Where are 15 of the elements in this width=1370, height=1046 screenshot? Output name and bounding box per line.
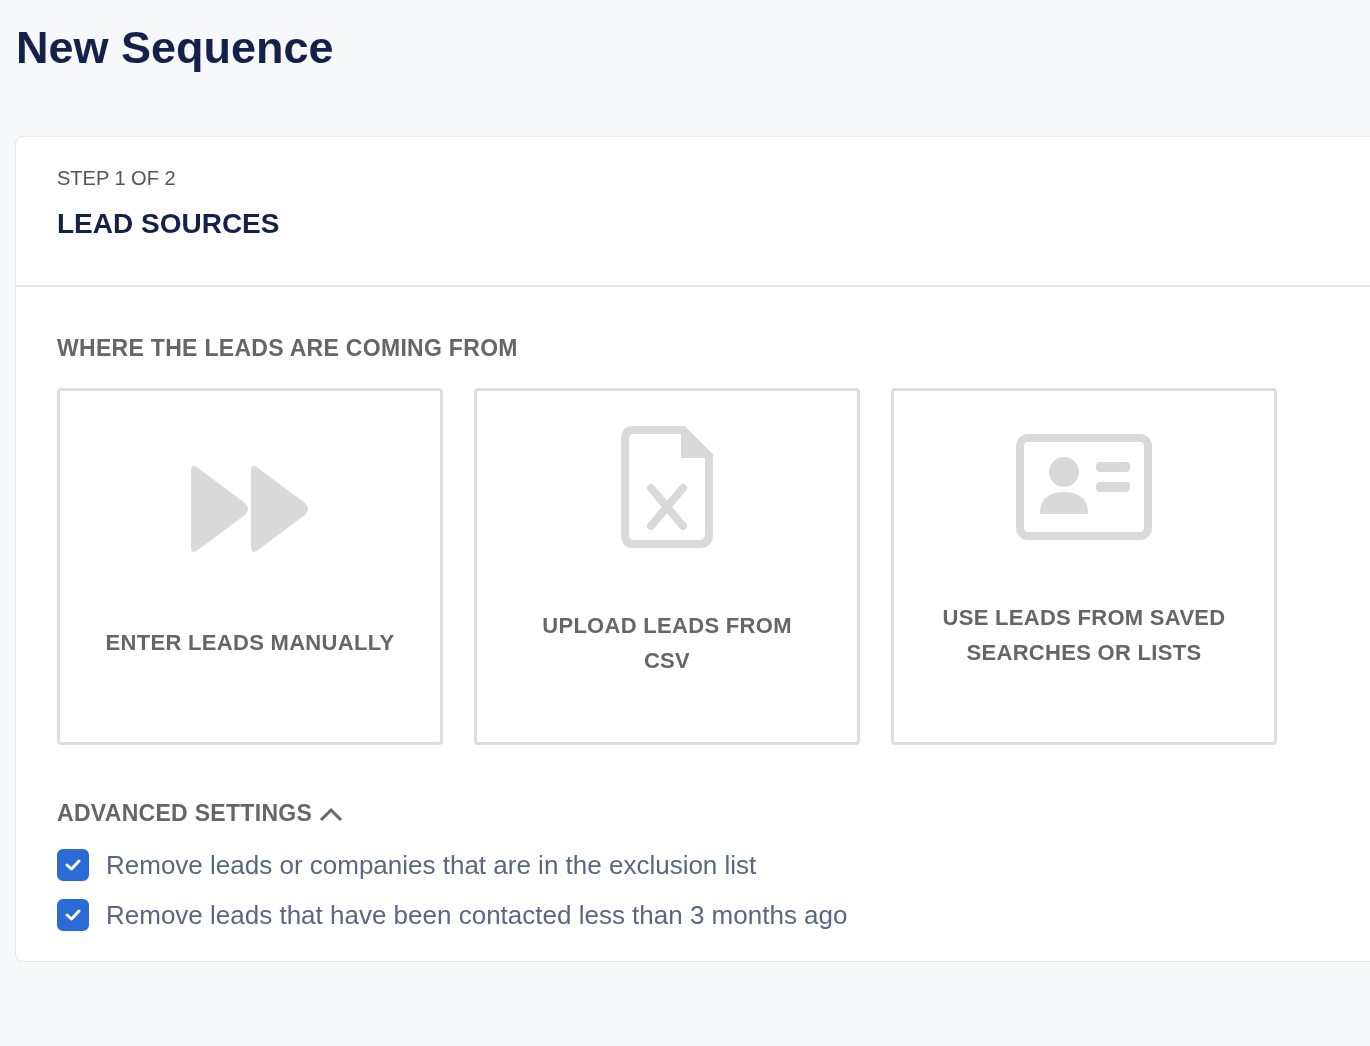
spreadsheet-file-icon xyxy=(621,425,713,548)
lead-source-tile[interactable]: UPLOAD LEADS FROM CSV xyxy=(474,388,860,745)
checkbox[interactable] xyxy=(57,849,89,881)
fast-forward-icon xyxy=(189,463,311,555)
checkbox[interactable] xyxy=(57,899,89,931)
contact-card-icon xyxy=(1016,433,1152,540)
step-title: LEAD SOURCES xyxy=(57,208,281,240)
checkbox-label: Remove leads that have been contacted less than 3 months ago xyxy=(106,899,848,931)
lead-source-tile[interactable]: ENTER LEADS MANUALLY xyxy=(57,388,443,745)
step-counter: STEP 1 OF 2 xyxy=(57,167,177,190)
section-label: WHERE THE LEADS ARE COMING FROM xyxy=(57,335,519,362)
advanced-settings-toggle[interactable]: ADVANCED SETTINGS xyxy=(57,800,345,827)
checkbox-label: Remove leads or companies that are in the exclusion list xyxy=(106,849,757,881)
page-title: New Sequence xyxy=(15,21,335,75)
lead-source-tile[interactable]: USE LEADS FROM SAVED SEARCHES OR LISTS xyxy=(891,388,1277,745)
